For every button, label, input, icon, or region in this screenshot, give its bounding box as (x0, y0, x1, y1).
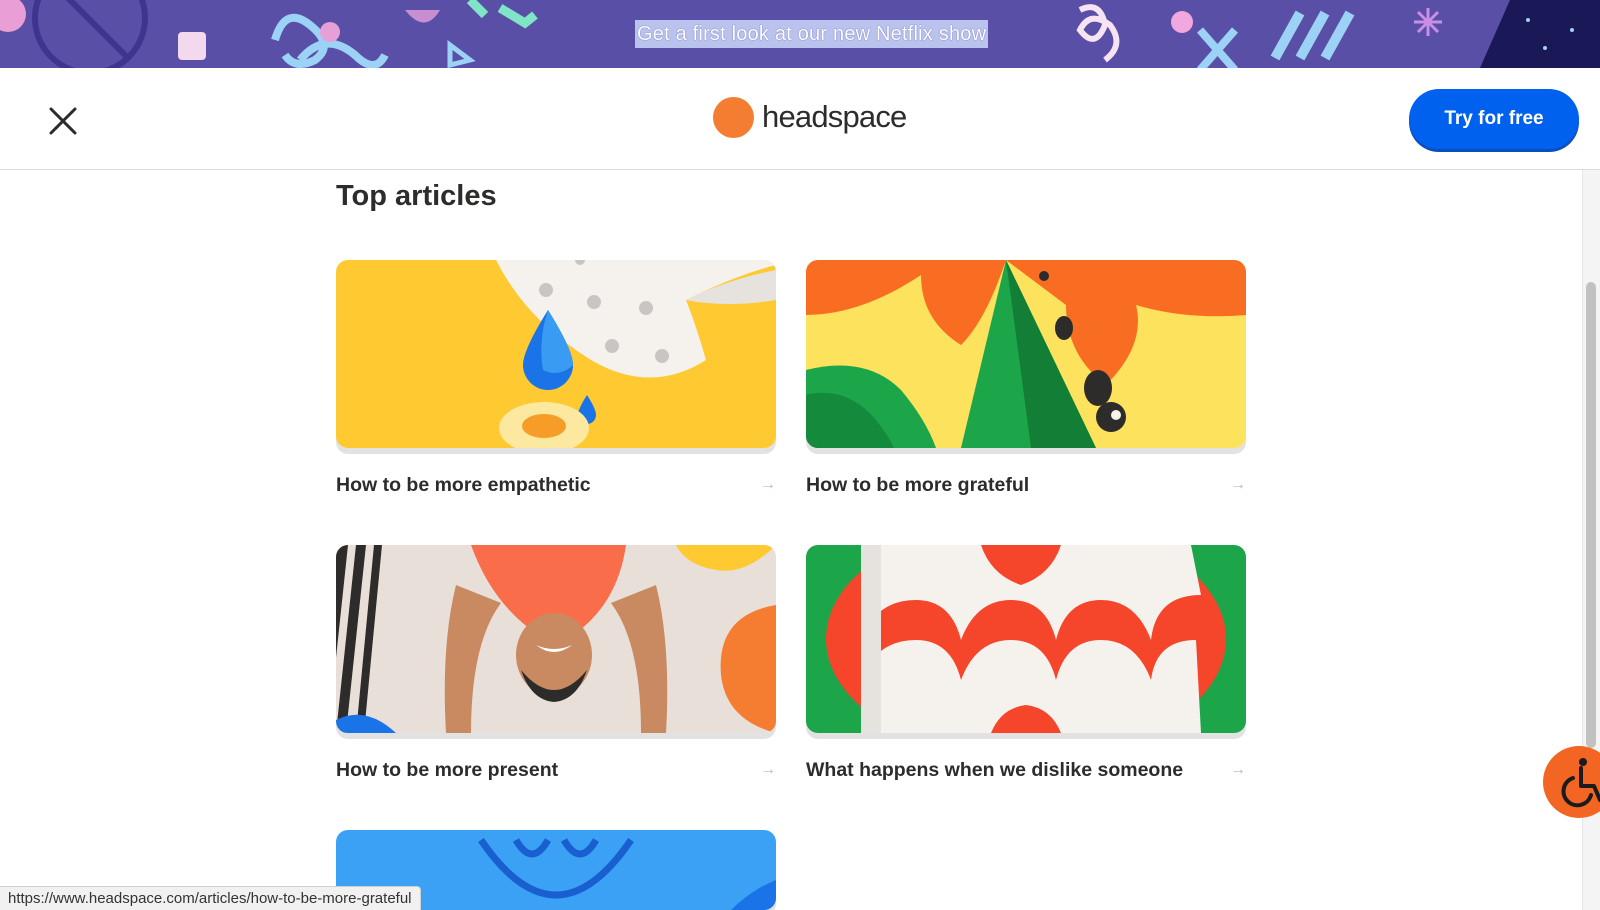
wheelchair-icon (1561, 758, 1600, 808)
accessibility-button[interactable] (1543, 746, 1600, 818)
article-thumbnail (806, 260, 1246, 448)
article-meta: How to be more present → (336, 759, 776, 785)
close-icon (49, 107, 77, 135)
status-bar-url: https://www.headspace.com/articles/how-t… (0, 886, 421, 910)
logo-dot-icon (713, 96, 754, 138)
headspace-logo[interactable]: headspace (713, 95, 907, 139)
site-header: headspace Try for free (0, 68, 1600, 170)
article-meta: How to be more grateful → (806, 474, 1246, 500)
article-thumbnail (806, 545, 1246, 733)
dislike-illustration (806, 545, 1246, 733)
article-thumbnail (336, 545, 776, 733)
arrow-right-icon: → (760, 761, 776, 778)
article-title[interactable]: How to be more empathetic (336, 474, 591, 497)
arrow-right-icon: → (1230, 476, 1246, 493)
empathy-illustration (336, 260, 776, 448)
article-title[interactable]: How to be more grateful (806, 474, 1029, 497)
article-card-grateful[interactable]: How to be more grateful → (806, 260, 1246, 496)
promo-link-text: Get a first look at our new Netflix show (637, 23, 987, 45)
article-card-present[interactable]: How to be more present → (336, 545, 776, 781)
close-button[interactable] (44, 102, 82, 140)
grateful-illustration (806, 260, 1246, 448)
article-card-dislike[interactable]: What happens when we dislike someone → (806, 545, 1246, 781)
article-title[interactable]: How to be more present (336, 759, 558, 782)
try-for-free-button[interactable]: Try for free (1409, 89, 1579, 149)
article-title[interactable]: What happens when we dislike someone (806, 759, 1183, 782)
article-card-empathetic[interactable]: How to be more empathetic → (336, 260, 776, 496)
article-meta: How to be more empathetic → (336, 474, 776, 500)
present-photo (336, 545, 776, 733)
scrollbar-thumb[interactable] (1586, 282, 1596, 748)
section-title: Top articles (336, 180, 497, 212)
article-thumbnail (336, 260, 776, 448)
article-meta: What happens when we dislike someone → (806, 759, 1246, 785)
logo-text: headspace (762, 99, 907, 134)
netflix-promo-link[interactable]: Get a first look at our new Netflix show (635, 20, 989, 48)
arrow-right-icon: → (1230, 761, 1246, 778)
promo-banner: Get a first look at our new Netflix show (0, 0, 1600, 68)
arrow-right-icon: → (760, 476, 776, 493)
